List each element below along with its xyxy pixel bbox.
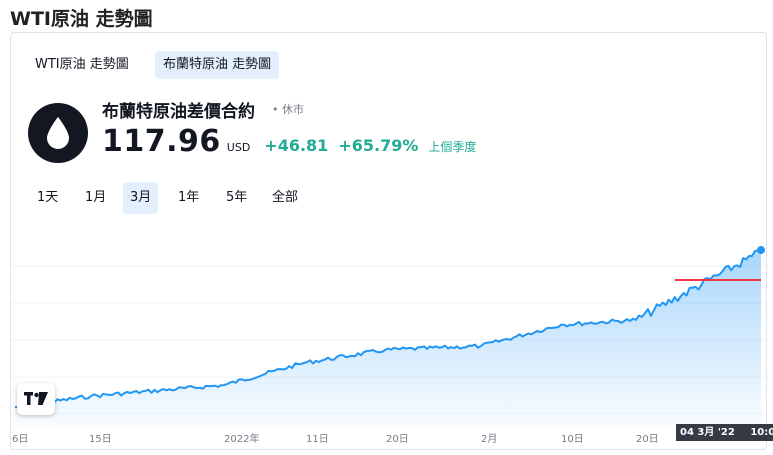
x-axis-label: 2月 bbox=[481, 434, 498, 445]
range-tab-5y[interactable]: 5年 bbox=[219, 182, 254, 214]
price-row: 117.96 USD +46.81 +65.79% 上個季度 bbox=[102, 124, 476, 164]
instrument-name: 布蘭特原油差價合約 bbox=[102, 102, 255, 122]
x-axis-label: 20日 bbox=[636, 434, 659, 445]
range-tab-1y[interactable]: 1年 bbox=[171, 182, 206, 214]
x-axis-label: 10日 bbox=[561, 434, 584, 445]
price-chart[interactable] bbox=[11, 228, 766, 445]
crosshair-time: 10:00 bbox=[750, 427, 773, 438]
price-change: +46.81 bbox=[264, 136, 329, 155]
price-chart-svg[interactable] bbox=[11, 228, 766, 445]
market-status: • 休市 bbox=[272, 103, 304, 116]
change-period: 上個季度 bbox=[428, 140, 477, 154]
x-axis-label: 2022年 bbox=[224, 434, 260, 445]
tab-wti-crude[interactable]: WTI原油 走勢圖 bbox=[27, 51, 137, 79]
crosshair-date-label: 04 3月 '22 10:00 bbox=[676, 424, 773, 441]
x-axis-label: 11日 bbox=[306, 434, 329, 445]
range-tab-1d[interactable]: 1天 bbox=[30, 182, 65, 214]
oil-drop-icon bbox=[47, 117, 69, 149]
instrument-logo bbox=[28, 103, 88, 163]
last-price: 117.96 bbox=[102, 124, 221, 159]
tradingview-logo-icon bbox=[24, 392, 48, 405]
tradingview-badge[interactable] bbox=[17, 383, 55, 415]
crosshair-date: 04 3月 '22 bbox=[680, 427, 735, 438]
x-axis-label: 20日 bbox=[386, 434, 409, 445]
price-change-percent: +65.79% bbox=[338, 136, 419, 155]
currency-label: USD bbox=[226, 141, 251, 154]
range-tab-1m[interactable]: 1月 bbox=[78, 182, 113, 214]
x-axis-label: 6日 bbox=[12, 434, 29, 445]
tab-brent-crude[interactable]: 布蘭特原油 走勢圖 bbox=[155, 51, 280, 79]
range-tab-all[interactable]: 全部 bbox=[265, 182, 305, 214]
last-price-dot bbox=[757, 246, 765, 255]
x-axis-label: 15日 bbox=[89, 434, 112, 445]
range-tab-3m[interactable]: 3月 bbox=[123, 182, 159, 214]
price-area bbox=[15, 250, 761, 426]
page-title: WTI原油 走勢圖 bbox=[10, 8, 153, 30]
